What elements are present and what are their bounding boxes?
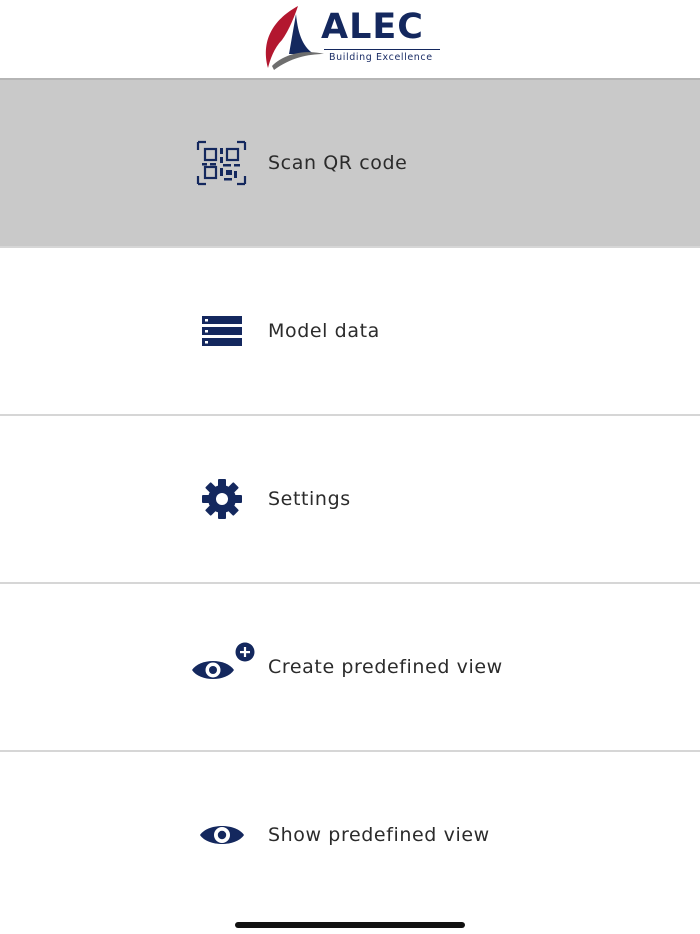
alec-logo: ALEC Building Excellence <box>258 4 442 76</box>
menu-item-label: Create predefined view <box>268 656 503 678</box>
qr-code-icon <box>190 138 250 188</box>
menu-item-label: Settings <box>268 488 351 510</box>
main-menu: Scan QR code Model data Settings Create … <box>0 78 700 918</box>
logo-divider <box>324 49 440 50</box>
logo-sail-mark <box>265 6 324 70</box>
eye-icon <box>190 810 250 860</box>
app-header: ALEC Building Excellence <box>0 0 700 78</box>
eye-plus-icon <box>190 642 255 692</box>
gear-icon <box>190 474 250 524</box>
menu-item-label: Scan QR code <box>268 152 408 174</box>
app-screen: ALEC Building Excellence Scan QR code Mo… <box>0 0 700 934</box>
logo-wordmark: ALEC <box>321 7 424 47</box>
menu-item-settings[interactable]: Settings <box>0 414 700 582</box>
menu-item-create-predefined-view[interactable]: Create predefined view <box>0 582 700 750</box>
logo-tagline: Building Excellence <box>329 52 433 63</box>
menu-item-label: Model data <box>268 320 380 342</box>
menu-item-show-predefined-view[interactable]: Show predefined view <box>0 750 700 918</box>
menu-item-label: Show predefined view <box>268 824 490 846</box>
menu-item-model-data[interactable]: Model data <box>0 246 700 414</box>
home-indicator[interactable] <box>235 922 465 928</box>
list-icon <box>190 306 250 356</box>
menu-item-scan-qr-code[interactable]: Scan QR code <box>0 78 700 246</box>
